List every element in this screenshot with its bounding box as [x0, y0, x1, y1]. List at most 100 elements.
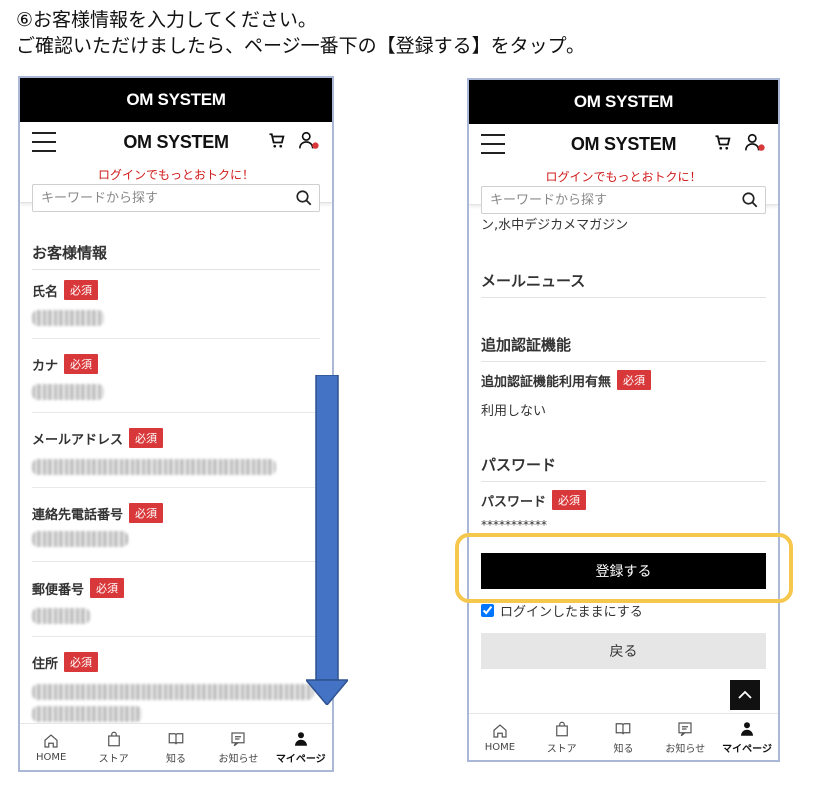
book-icon — [616, 722, 631, 734]
tab-news[interactable]: お知らせ — [655, 720, 715, 755]
tab-label: 知る — [165, 753, 186, 765]
redacted-address-line2 — [32, 706, 142, 722]
tab-label: マイページ — [275, 753, 326, 765]
brand-bar: OM SYSTEM — [469, 80, 778, 124]
tab-label: ストア — [546, 743, 577, 755]
search-input[interactable] — [33, 189, 295, 207]
login-prompt-link[interactable]: ログインでもっとおトクに！ — [469, 168, 778, 185]
field-label-kana: カナ 必須 — [32, 354, 99, 374]
redacted-email — [32, 459, 276, 475]
field-label-text: メールアドレス — [32, 432, 124, 448]
login-prompt-link[interactable]: ログインでもっとおトクに！ — [20, 166, 332, 183]
form-content-left: お客様情報 氏名 必須 カナ 必須 メールアドレス 必須 連絡先電話番号 必須 郵便番号… — [20, 228, 332, 724]
chevron-up-icon — [738, 690, 752, 699]
required-badge: 必須 — [129, 503, 164, 523]
tab-learn[interactable]: 知る — [593, 720, 653, 755]
person-icon — [741, 721, 754, 736]
field-label-text: カナ — [32, 358, 59, 374]
required-badge: 必須 — [64, 280, 99, 300]
tab-home[interactable]: HOME — [21, 732, 81, 763]
cart-icon[interactable] — [268, 132, 286, 150]
required-badge: 必須 — [129, 428, 164, 448]
field-label-text: 郵便番号 — [32, 582, 85, 598]
user-icon[interactable] — [744, 132, 766, 154]
divider — [32, 487, 320, 488]
required-badge: 必須 — [552, 490, 587, 510]
bag-icon — [107, 731, 120, 746]
cart-icon[interactable] — [714, 134, 732, 152]
keep-login-checkbox[interactable] — [481, 604, 494, 617]
section-title-customer-info: お客様情報 — [32, 242, 320, 270]
partial-interest-text: ン,水中デジカメマガジン — [481, 218, 629, 233]
redacted-address-line1 — [32, 684, 314, 700]
tab-label: マイページ — [722, 743, 772, 755]
tab-label: 知る — [613, 743, 634, 755]
brand-bar: OM SYSTEM — [20, 78, 332, 122]
tab-store[interactable]: ストア — [84, 730, 144, 765]
tab-label: お知らせ — [218, 753, 259, 765]
field-label-text: 連絡先電話番号 — [32, 507, 124, 523]
field-label-auth-usage: 追加認証機能利用有無 必須 — [481, 370, 652, 390]
tab-mypage[interactable]: マイページ — [271, 730, 331, 765]
field-label-name: 氏名 必須 — [32, 280, 99, 300]
redacted-name — [32, 310, 104, 326]
section-title-mail-news: メールニュース — [481, 270, 766, 298]
search-box[interactable] — [32, 184, 320, 212]
instruction-line-2: ご確認いただけましたら、ページ一番下の【登録する】をタップ。 — [16, 35, 586, 57]
back-button[interactable]: 戻る — [481, 633, 766, 669]
keep-login-option[interactable]: ログインしたままにする — [481, 601, 643, 620]
required-badge: 必須 — [64, 354, 99, 374]
register-highlight-frame — [455, 533, 793, 603]
tab-label: HOME — [484, 741, 516, 753]
field-label-password: パスワード 必須 — [481, 490, 587, 510]
notice-icon — [678, 721, 692, 736]
scroll-down-arrow — [306, 375, 348, 705]
tab-store[interactable]: ストア — [532, 720, 592, 755]
search-icon[interactable] — [741, 191, 759, 209]
home-icon — [44, 733, 58, 748]
tab-home[interactable]: HOME — [470, 722, 530, 753]
field-label-text: 氏名 — [32, 284, 59, 300]
book-icon — [168, 732, 184, 744]
auth-usage-value: 利用しない — [481, 404, 547, 419]
bottom-tab-bar: HOME ストア 知る お知らせ マイページ — [20, 723, 332, 770]
person-icon — [294, 731, 307, 746]
password-value: *********** — [481, 518, 547, 532]
tab-label: HOME — [36, 751, 67, 763]
section-title-additional-auth: 追加認証機能 — [481, 334, 766, 362]
field-label-email: メールアドレス 必須 — [32, 428, 164, 448]
divider — [32, 412, 320, 413]
bag-icon — [555, 721, 568, 736]
section-title-password: パスワード — [481, 454, 766, 482]
tab-news[interactable]: お知らせ — [208, 730, 268, 765]
scroll-to-top-button[interactable] — [730, 680, 760, 710]
phone-screen-left: OM SYSTEM OM SYSTEM ログインでもっとおトクに！ お客様情報 … — [18, 76, 334, 772]
site-header: OM SYSTEM ログインでもっとおトクに！ — [20, 122, 332, 212]
required-badge: 必須 — [617, 370, 652, 390]
instruction-line-1: ⑥お客様情報を入力してください。 — [16, 9, 317, 31]
search-icon[interactable] — [295, 189, 313, 207]
tab-label: ストア — [98, 753, 129, 765]
notice-icon — [231, 731, 245, 746]
required-badge: 必須 — [90, 578, 125, 598]
home-icon — [493, 723, 507, 738]
divider — [32, 338, 320, 339]
field-label-text: パスワード — [481, 494, 547, 510]
tab-learn[interactable]: 知る — [146, 730, 206, 765]
required-badge: 必須 — [64, 652, 99, 672]
field-label-address: 住所 必須 — [32, 652, 99, 672]
tab-label: お知らせ — [665, 743, 706, 755]
field-label-postal: 郵便番号 必須 — [32, 578, 125, 598]
bottom-tab-bar: HOME ストア 知る お知らせ マイページ — [469, 713, 778, 760]
keep-login-label: ログインしたままにする — [500, 605, 643, 620]
tab-mypage[interactable]: マイページ — [717, 720, 777, 755]
site-header: OM SYSTEM ログインでもっとおトクに！ — [469, 124, 778, 214]
phone-screen-right: OM SYSTEM OM SYSTEM ログインでもっとおトクに！ ン,水中デジ… — [467, 78, 780, 762]
divider — [32, 561, 320, 562]
divider — [32, 636, 320, 637]
redacted-kana — [32, 384, 104, 400]
user-icon[interactable] — [298, 130, 320, 152]
field-label-text: 追加認証機能利用有無 — [481, 374, 612, 390]
redacted-postal — [32, 608, 90, 624]
search-input[interactable] — [482, 191, 741, 209]
